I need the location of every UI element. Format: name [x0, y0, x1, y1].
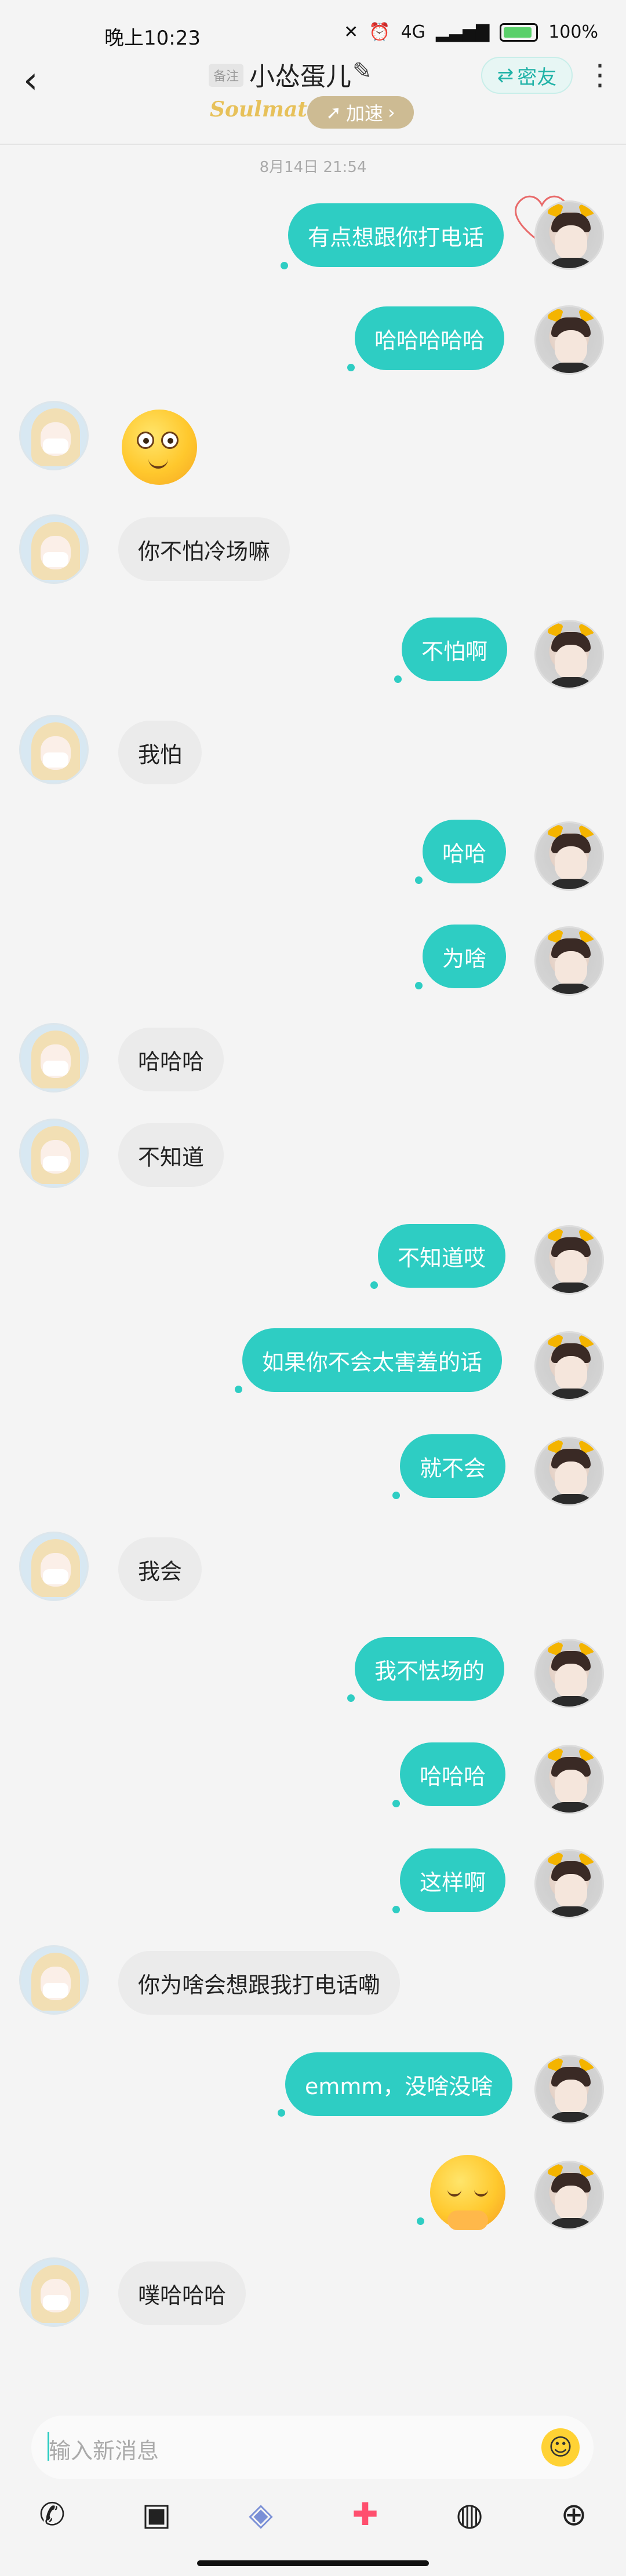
message-bubble[interactable]: 这样啊	[400, 1848, 506, 1912]
bubble-tail	[235, 1386, 242, 1393]
avatar[interactable]	[534, 200, 604, 270]
avatar[interactable]	[19, 1532, 89, 1601]
avatar[interactable]	[534, 1331, 604, 1401]
avatar[interactable]	[534, 926, 604, 996]
avatar[interactable]	[19, 401, 89, 470]
more-icon[interactable]: ⋮	[585, 58, 614, 92]
avatar[interactable]	[534, 821, 604, 891]
header-divider	[0, 144, 626, 145]
message-bubble[interactable]: 你不怕冷场嘛	[118, 517, 290, 581]
chevron-right-icon: ›	[388, 101, 395, 123]
bubble-tail	[415, 982, 423, 989]
dizzy-face-emoji[interactable]	[122, 410, 197, 485]
close-friend-label: 密友	[517, 65, 557, 89]
message-bubble[interactable]: 我怕	[118, 721, 202, 784]
chat-toolbar: ✆ ▣ ◈ ✚ ◍ ⊕	[0, 2485, 626, 2543]
message-bubble[interactable]: 不知道	[118, 1123, 224, 1187]
bubble-tail	[417, 2217, 424, 2225]
bubble-tail	[347, 1694, 355, 1702]
message-bubble[interactable]: 哈哈哈	[118, 1028, 224, 1091]
voice-icon[interactable]: ◍	[443, 2488, 496, 2540]
avatar[interactable]	[19, 715, 89, 784]
bubble-tail	[370, 1281, 378, 1289]
message-bubble[interactable]: 噗哈哈哈	[118, 2261, 246, 2325]
bubble-tail	[392, 1906, 400, 1913]
swap-icon: ⇄	[497, 64, 514, 87]
edit-icon[interactable]: ✎	[352, 58, 372, 85]
bubble-tail	[347, 364, 355, 371]
message-bubble[interactable]: 我会	[118, 1537, 202, 1601]
message-bubble[interactable]: 不知道哎	[378, 1224, 506, 1288]
status-icons: ✕ ⏰ 4G ▂▃▅▇ 100%	[344, 22, 598, 42]
contact-name[interactable]: 小怂蛋儿	[249, 56, 351, 93]
message-timestamp: 8月14日 21:54	[259, 159, 367, 176]
bubble-tail	[281, 262, 288, 269]
bubble-tail	[392, 1800, 400, 1807]
alarm-icon: ⏰	[369, 22, 391, 42]
bubble-tail	[278, 2109, 285, 2117]
avatar[interactable]	[19, 1119, 89, 1188]
chat-header: ‹ 备注 小怂蛋儿 ✎ ⇄ 密友 ⋮ Soulmate ➚ 加速 ›	[0, 52, 626, 145]
avatar[interactable]	[534, 620, 604, 689]
battery-level: 100%	[548, 22, 598, 42]
message-bubble[interactable]: 不怕啊	[402, 617, 508, 681]
plus-icon[interactable]: ⊕	[548, 2488, 600, 2540]
bubble-tail	[394, 675, 402, 683]
gift-icon[interactable]: ✚	[339, 2488, 391, 2540]
message-bubble[interactable]: 哈哈	[423, 820, 507, 883]
phone-icon[interactable]: ✆	[26, 2488, 78, 2540]
avatar[interactable]	[19, 514, 89, 584]
message-bubble[interactable]: 哈哈哈	[400, 1742, 506, 1806]
avatar[interactable]	[19, 2257, 89, 2327]
message-bubble[interactable]: 你为啥会想跟我打电话嘞	[118, 1951, 401, 2015]
back-button[interactable]: ‹	[23, 59, 38, 102]
box-icon[interactable]: ◈	[235, 2488, 287, 2540]
message-bubble[interactable]: emmm，没啥没啥	[285, 2052, 513, 2116]
status-time: 晚上10:23	[104, 27, 201, 50]
mute-icon: ✕	[344, 22, 359, 42]
network-label: 4G	[401, 22, 425, 42]
home-indicator	[197, 2560, 429, 2566]
avatar[interactable]	[534, 2161, 604, 2230]
avatar[interactable]	[534, 1849, 604, 1919]
soulmate-label: Soulmate	[210, 97, 321, 122]
boost-label: 加速	[346, 103, 384, 125]
bubble-tail	[392, 1492, 400, 1499]
message-bubble[interactable]: 我不怯场的	[355, 1637, 505, 1701]
avatar[interactable]	[534, 305, 604, 375]
sleepy-face-emoji[interactable]	[430, 2155, 505, 2230]
battery-icon	[500, 23, 538, 42]
message-bubble[interactable]: 有点想跟你打电话	[288, 203, 504, 267]
avatar[interactable]	[534, 1437, 604, 1506]
avatar[interactable]	[19, 1023, 89, 1092]
message-bubble[interactable]: 如果你不会太害羞的话	[242, 1328, 503, 1392]
bubble-tail	[415, 876, 423, 884]
image-icon[interactable]: ▣	[130, 2488, 183, 2540]
close-friend-button[interactable]: ⇄ 密友	[481, 57, 573, 94]
message-input[interactable]: 输入新消息	[49, 2433, 159, 2465]
remark-badge[interactable]: 备注	[209, 64, 244, 87]
message-bubble[interactable]: 就不会	[400, 1434, 506, 1498]
avatar[interactable]	[534, 1225, 604, 1295]
message-input-bar[interactable]: 输入新消息 ☺	[31, 2416, 594, 2479]
message-bubble[interactable]: 哈哈哈哈哈	[355, 306, 505, 370]
message-bubble[interactable]: 为啥	[423, 925, 507, 988]
avatar[interactable]	[19, 1945, 89, 2015]
signal-icon: ▂▃▅▇	[435, 22, 490, 42]
rocket-icon: ➚	[326, 101, 341, 123]
avatar[interactable]	[534, 2055, 604, 2124]
emoji-picker-icon[interactable]: ☺	[541, 2428, 580, 2467]
avatar[interactable]	[534, 1745, 604, 1814]
avatar[interactable]	[534, 1639, 604, 1708]
boost-button[interactable]: ➚ 加速 ›	[307, 96, 414, 129]
